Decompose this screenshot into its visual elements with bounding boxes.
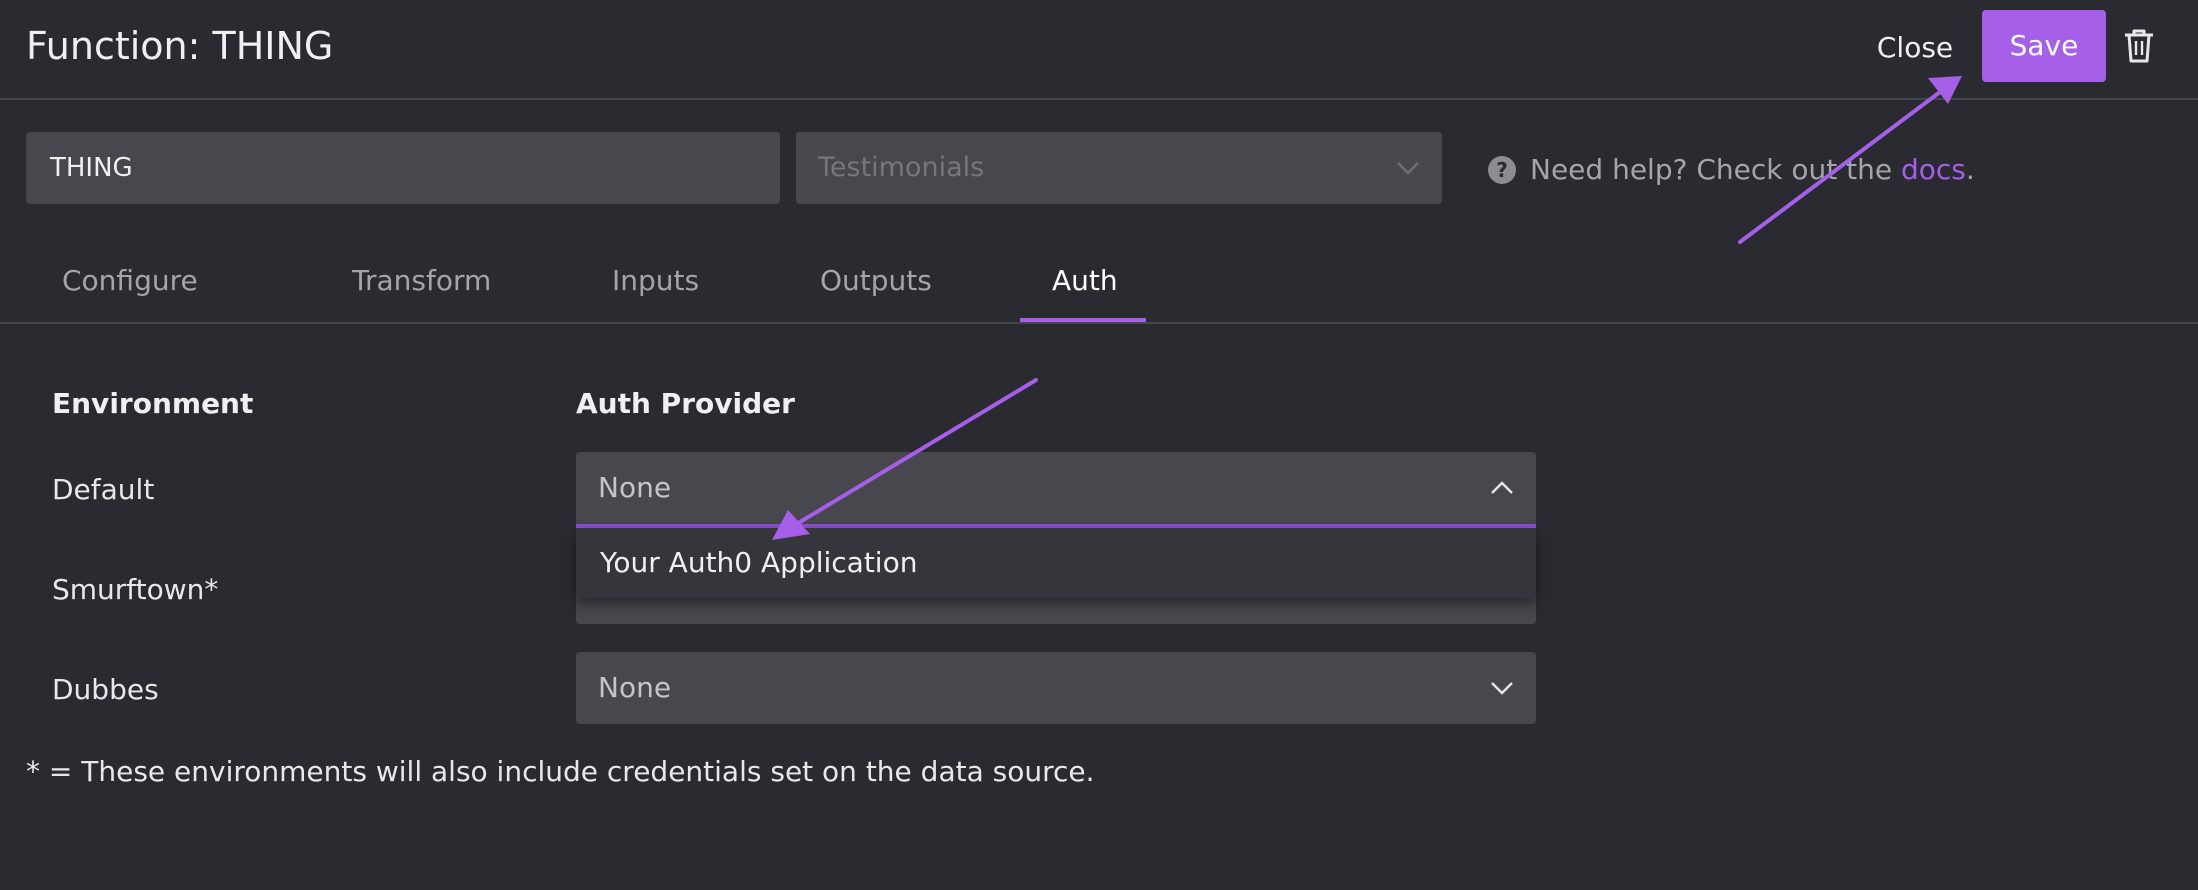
docs-link[interactable]: docs — [1901, 153, 1966, 186]
close-button[interactable]: Close — [1860, 20, 1970, 76]
environment-header: Environment — [52, 387, 254, 420]
tab-transform[interactable]: Transform — [352, 256, 491, 306]
tab-configure[interactable]: Configure — [62, 256, 198, 306]
provider-select-value: None — [598, 471, 672, 504]
dropdown-option[interactable]: Your Auth0 Application — [576, 528, 1536, 598]
provider-select-default[interactable]: None — [576, 452, 1536, 528]
help-text: ? Need help? Check out the docs. — [1488, 150, 1975, 190]
folder-select-placeholder: Testimonials — [818, 152, 985, 183]
provider-select-dubbes[interactable]: None — [576, 652, 1536, 724]
tab-auth[interactable]: Auth — [1052, 256, 1118, 306]
env-label-dubbes: Dubbes — [52, 673, 159, 706]
chevron-down-icon — [1397, 162, 1419, 175]
function-name-input[interactable]: THING — [26, 132, 780, 204]
save-button[interactable]: Save — [1982, 10, 2106, 82]
tab-inputs[interactable]: Inputs — [612, 256, 699, 306]
chevron-up-icon — [1491, 481, 1513, 494]
header-divider — [0, 98, 2198, 100]
footnote: * = These environments will also include… — [26, 755, 1095, 788]
trash-icon[interactable] — [2122, 28, 2156, 64]
folder-select[interactable]: Testimonials — [796, 132, 1442, 204]
tab-outputs[interactable]: Outputs — [820, 256, 932, 306]
tabs-divider — [0, 322, 2198, 324]
page-title: Function: THING — [26, 24, 334, 68]
auth-provider-header: Auth Provider — [576, 387, 795, 420]
env-label-default: Default — [52, 473, 155, 506]
question-circle-icon: ? — [1488, 156, 1516, 184]
env-label-smurftown: Smurftown* — [52, 573, 219, 606]
chevron-down-icon — [1491, 682, 1513, 695]
provider-select-value: None — [598, 671, 672, 704]
